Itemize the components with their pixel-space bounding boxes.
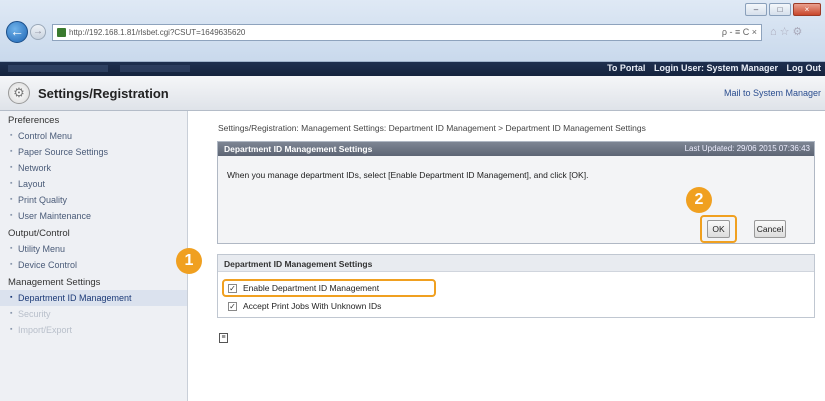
maximize-button[interactable]: □ (769, 3, 791, 16)
sidebar-item-utility-menu[interactable]: Utility Menu (0, 241, 187, 257)
favicon-icon (57, 28, 66, 37)
to-portal-link[interactable]: To Portal (607, 63, 645, 73)
last-updated-text: Last Updated: 29/06 2015 07:36:43 (684, 144, 810, 153)
breadcrumb: Settings/Registration: Management Settin… (218, 123, 646, 133)
sidebar-item-print-quality[interactable]: Print Quality (0, 192, 187, 208)
accept-unknown-ids-row[interactable]: ✓ Accept Print Jobs With Unknown IDs (228, 301, 381, 311)
close-button[interactable]: × (793, 3, 821, 16)
login-user-text: Login User: System Manager (653, 63, 778, 73)
page-top-icon[interactable]: ≡ (219, 333, 228, 343)
sidebar-section-preferences: Preferences (8, 115, 60, 126)
enable-department-id-checkbox[interactable]: ✓ (228, 283, 237, 293)
instruction-text: When you manage department IDs, select [… (227, 170, 589, 180)
address-tools[interactable]: ρ - ≡ C × (722, 27, 757, 37)
accept-unknown-ids-checkbox[interactable]: ✓ (228, 301, 237, 311)
address-url: http://192.168.1.81/rlsbet.cgi?CSUT=1649… (69, 28, 246, 37)
back-arrow-icon[interactable]: ← (6, 21, 28, 43)
minimize-button[interactable]: – (745, 3, 767, 16)
mail-to-manager-link[interactable]: Mail to System Manager (724, 88, 821, 98)
sidebar-item-department-id-management[interactable]: Department ID Management (0, 290, 187, 306)
sidebar-item-device-control[interactable]: Device Control (0, 257, 187, 273)
settings-panel-title: Department ID Management Settings (218, 255, 814, 272)
panel-header: Department ID Management Settings Last U… (218, 142, 814, 156)
device-name-bar (8, 65, 108, 72)
page-title-bar: ⚙ Settings/Registration Mail to System M… (0, 76, 825, 111)
sidebar-item-security[interactable]: Security (0, 306, 187, 322)
accept-unknown-ids-label: Accept Print Jobs With Unknown IDs (243, 301, 382, 311)
enable-department-id-row[interactable]: ✓ Enable Department ID Management (228, 283, 379, 293)
app-header: To Portal Login User: System Manager Log… (0, 62, 825, 76)
sidebar-section-output-control: Output/Control (8, 228, 70, 239)
sidebar-item-network[interactable]: Network (0, 160, 187, 176)
home-star-gear-icons[interactable]: ⌂☆⚙ (770, 25, 805, 38)
department-id-settings-panel: Department ID Management Settings Last U… (217, 141, 815, 244)
cancel-button[interactable]: Cancel (754, 220, 786, 238)
main-content: Settings/Registration: Management Settin… (188, 111, 825, 401)
address-bar[interactable]: http://192.168.1.81/rlsbet.cgi?CSUT=1649… (52, 24, 762, 41)
sidebar-item-paper-source-settings[interactable]: Paper Source Settings (0, 144, 187, 160)
log-out-link[interactable]: Log Out (787, 63, 822, 73)
browser-toolbar: – □ × ← → http://192.168.1.81/rlsbet.cgi… (0, 0, 825, 62)
settings-gear-icon: ⚙ (8, 82, 30, 104)
sidebar-item-control-menu[interactable]: Control Menu (0, 128, 187, 144)
header-links: To Portal Login User: System Manager Log… (601, 63, 821, 73)
sidebar-item-user-maintenance[interactable]: User Maintenance (0, 208, 187, 224)
sidebar-section-management-settings: Management Settings (8, 277, 101, 288)
sidebar-item-import-export[interactable]: Import/Export (0, 322, 187, 338)
window-controls: – □ × (745, 3, 821, 16)
settings-panel: Department ID Management Settings ✓ Enab… (217, 254, 815, 318)
sidebar: Preferences Control Menu Paper Source Se… (0, 111, 188, 401)
panel-title: Department ID Management Settings (224, 144, 373, 154)
ok-button[interactable]: OK (707, 220, 730, 238)
forward-arrow-icon[interactable]: → (30, 24, 46, 40)
sidebar-item-layout[interactable]: Layout (0, 176, 187, 192)
step-1-badge: 1 (176, 248, 202, 274)
enable-department-id-label: Enable Department ID Management (243, 283, 380, 293)
step-2-badge: 2 (686, 187, 712, 213)
device-model-bar (120, 65, 190, 72)
page-title: Settings/Registration (38, 86, 169, 101)
